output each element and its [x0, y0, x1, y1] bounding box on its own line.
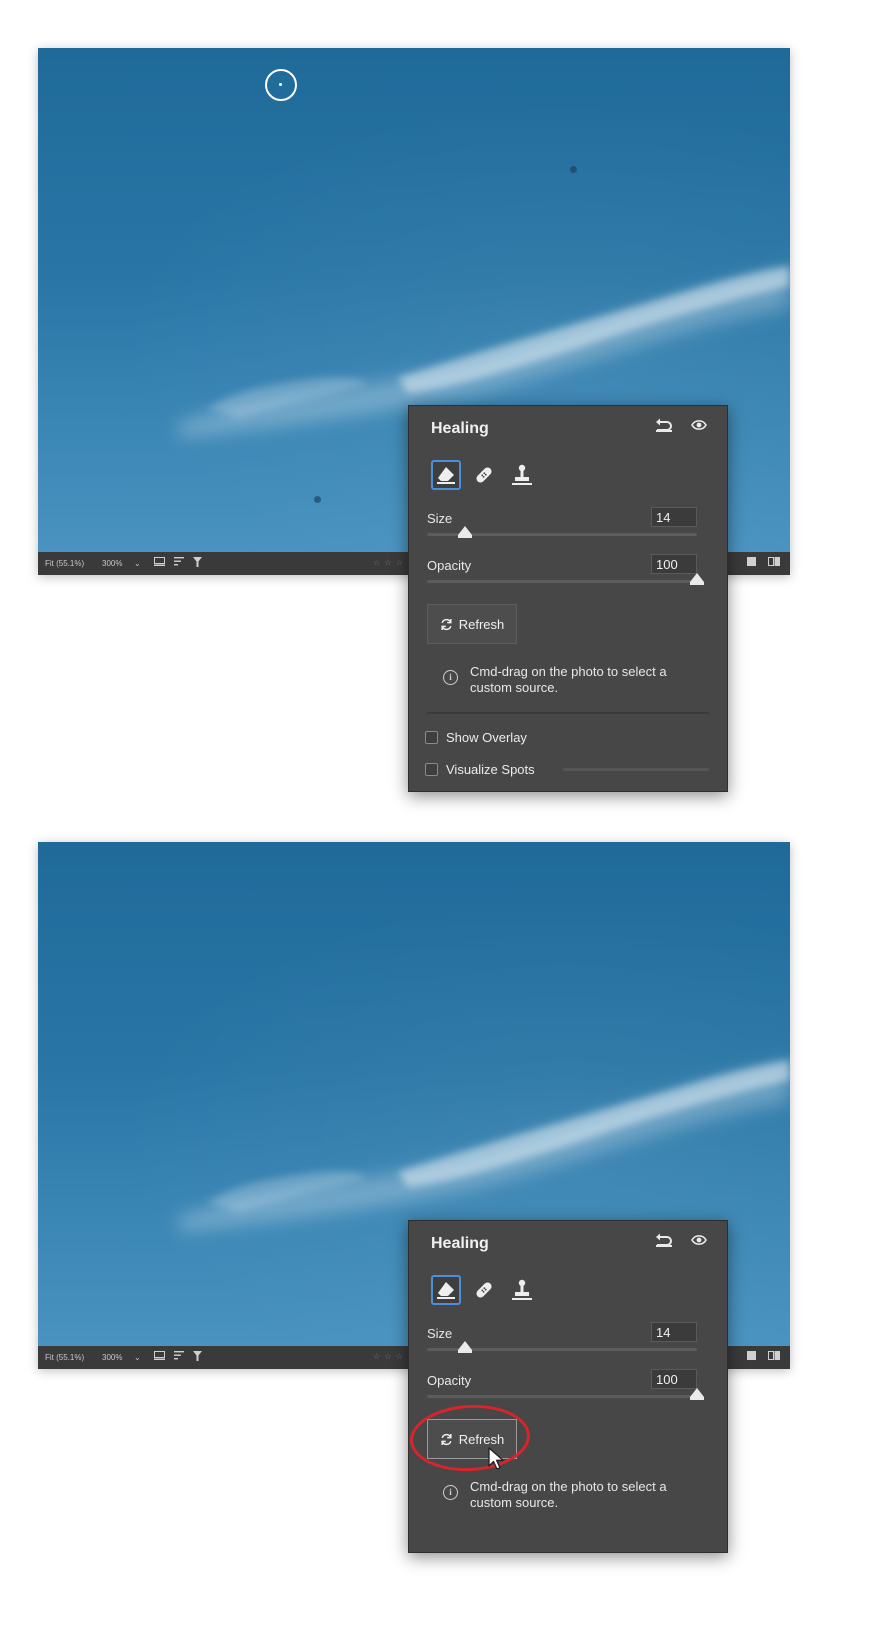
visibility-eye-icon[interactable] — [691, 419, 707, 431]
size-slider-thumb[interactable] — [457, 526, 472, 538]
mouse-pointer-icon — [488, 1447, 506, 1476]
visualize-spots-checkbox[interactable] — [425, 763, 438, 776]
refresh-icon — [441, 618, 452, 630]
opacity-slider-thumb[interactable] — [690, 1388, 704, 1400]
size-slider[interactable]: Size 14 — [427, 1322, 697, 1360]
divider — [427, 712, 709, 714]
single-view-icon[interactable] — [747, 557, 756, 569]
sort-icon[interactable] — [174, 557, 184, 570]
heal-tool[interactable] — [469, 1275, 499, 1305]
size-slider-thumb[interactable] — [457, 1341, 472, 1353]
opacity-label: Opacity — [427, 1373, 472, 1388]
size-slider-track[interactable] — [427, 526, 697, 538]
panel-title: Healing — [431, 1235, 489, 1252]
size-slider[interactable]: Size 14 — [427, 507, 697, 545]
dust-spot — [314, 496, 321, 503]
visualize-spots-option[interactable]: Visualize Spots — [425, 762, 535, 777]
compare-view-icon[interactable] — [768, 557, 780, 569]
content-aware-remove-icon — [437, 1282, 455, 1299]
compare-view-icon[interactable] — [768, 1351, 780, 1363]
clone-tool[interactable] — [507, 460, 537, 490]
healing-panel: Healing Size 14 Opacity 100 Refresh i Cm… — [408, 405, 728, 792]
grid-view-icon[interactable] — [154, 1351, 165, 1364]
rating-stars[interactable]: ☆ ☆ ☆ — [373, 558, 404, 567]
opacity-value-field[interactable]: 100 — [651, 1369, 697, 1389]
reset-icon[interactable] — [655, 1233, 673, 1247]
size-label: Size — [427, 1326, 453, 1341]
opacity-slider[interactable]: Opacity 100 — [427, 1369, 704, 1407]
zoom-percent-button[interactable]: 300% — [102, 1353, 122, 1362]
panel-title: Healing — [431, 420, 489, 437]
visibility-eye-icon[interactable] — [691, 1234, 707, 1246]
size-value-field[interactable]: 14 — [651, 507, 697, 527]
info-icon: i — [443, 1485, 458, 1500]
visualize-spots-slider[interactable] — [563, 768, 709, 771]
zoom-dropdown-icon[interactable]: ⌄ — [134, 1353, 141, 1362]
size-label: Size — [427, 511, 453, 526]
clone-stamp-icon — [512, 1279, 532, 1300]
opacity-label: Opacity — [427, 558, 472, 573]
heal-bandage-icon — [476, 1282, 492, 1298]
zoom-percent-button[interactable]: 300% — [102, 559, 122, 568]
info-text: Cmd-drag on the photo to select a custom… — [470, 1479, 667, 1510]
zoom-dropdown-icon[interactable]: ⌄ — [134, 559, 141, 568]
info-text: Cmd-drag on the photo to select a custom… — [470, 664, 667, 695]
info-icon: i — [443, 670, 458, 685]
filter-icon[interactable] — [193, 1351, 202, 1364]
rating-stars[interactable]: ☆ ☆ ☆ — [373, 1352, 404, 1361]
refresh-label: Refresh — [458, 616, 505, 632]
show-overlay-label: Show Overlay — [446, 730, 527, 745]
opacity-slider[interactable]: Opacity 100 — [427, 554, 704, 592]
visualize-spots-label: Visualize Spots — [446, 762, 535, 777]
single-view-icon[interactable] — [747, 1351, 756, 1363]
content-aware-remove-icon — [437, 467, 455, 484]
heal-tool[interactable] — [469, 460, 499, 490]
grid-view-icon[interactable] — [154, 557, 165, 570]
size-slider-track[interactable] — [427, 1341, 697, 1353]
heal-bandage-icon — [476, 467, 492, 483]
clone-tool[interactable] — [507, 1275, 537, 1305]
content-aware-remove-tool[interactable] — [431, 460, 461, 490]
healing-brush-cursor — [265, 69, 297, 101]
opacity-value-field[interactable]: 100 — [651, 554, 697, 574]
dust-spot — [570, 166, 577, 173]
zoom-fit-button[interactable]: Fit (55.1%) — [45, 1353, 84, 1362]
opacity-slider-track[interactable] — [427, 573, 704, 585]
content-aware-remove-tool[interactable] — [431, 1275, 461, 1305]
show-overlay-option[interactable]: Show Overlay — [425, 730, 527, 745]
filter-icon[interactable] — [193, 557, 202, 570]
size-value-field[interactable]: 14 — [651, 1322, 697, 1342]
sort-icon[interactable] — [174, 1351, 184, 1364]
opacity-slider-thumb[interactable] — [690, 573, 704, 585]
zoom-fit-button[interactable]: Fit (55.1%) — [45, 559, 84, 568]
healing-panel: Healing Size 14 Opacity 100 Refresh i Cm… — [408, 1220, 728, 1553]
show-overlay-checkbox[interactable] — [425, 731, 438, 744]
opacity-slider-track[interactable] — [427, 1388, 704, 1400]
reset-icon[interactable] — [655, 418, 673, 432]
refresh-button[interactable]: Refresh — [427, 604, 517, 644]
clone-stamp-icon — [512, 464, 532, 485]
